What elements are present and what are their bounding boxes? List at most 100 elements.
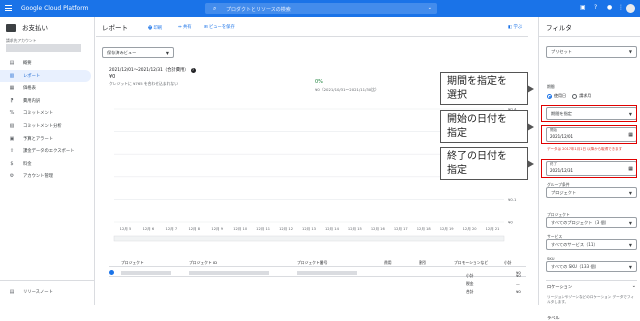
x-tick-label: 12月 9 [211,226,223,231]
sidebar-header: お支払い [6,22,48,32]
callout-end-text: 終了の日付を 指定 [447,151,507,176]
sidebar-item-label: アカウント管理 [23,174,54,180]
sidebar-item-commitment-analysis[interactable]: ▧ コミットメント分析 [0,120,95,133]
period-label: 期間 [547,84,555,89]
radio-unselected-icon [572,93,578,99]
dropdown-caret-icon: ▼ [628,220,632,225]
x-tick-label: 12月 12 [279,226,293,231]
column-header[interactable]: 費用 [384,260,392,266]
more-icon[interactable]: ⋮ [618,4,624,11]
sidebar-item-overview[interactable]: ▤ 概要 [0,57,95,70]
sidebar-footer: ▤ リリースノート [0,280,95,305]
cost-table-icon: ▦ [9,85,15,92]
search-input[interactable]: プロダクトとリソースの検索 [226,6,291,13]
sidebar-item-cost-breakdown[interactable]: ⁋ 費用内訳 [0,95,95,108]
table-header: プロジェクト プロジェクト ID プロジェクト番号 費用 割引 プロモーションなど 小計 [109,258,526,267]
location-filter-label[interactable]: ロケーション [547,284,572,290]
project-id-cell [189,270,269,275]
sidebar-item-export[interactable]: ⇪ 課金データのエクスポート [0,145,95,158]
x-tick-label: 12月 6 [143,226,155,231]
sidebar-item-label: 概要 [23,61,32,66]
preset-select[interactable]: プリセット ▼ [546,46,637,58]
sidebar-item-label: 費用内訳 [23,98,41,104]
account-selector[interactable] [6,44,81,52]
y-tick-label: ¥0 [508,220,513,225]
sidebar-item-label: コミットメント [23,111,54,117]
search-bar[interactable]: ⌕ プロダクトとリソースの検索 ⌄ [205,3,437,14]
project-number-cell [297,270,357,275]
chevron-down-icon[interactable]: ⌄ [428,5,432,11]
payment-icon: $ [10,160,14,167]
x-tick-label: 12月 8 [188,226,200,231]
total-value: ¥0 [516,273,521,278]
x-tick-label: 12月 16 [371,226,386,231]
radio-usage-date[interactable]: 使用日 [547,93,566,99]
release-notes-label: リリースノート [23,290,53,295]
x-tick-label: 12月 13 [302,226,316,231]
sidebar-item-label: 料金 [23,161,32,167]
group-select[interactable]: プロジェクト ▼ [546,187,637,198]
column-header[interactable]: 割引 [419,260,427,266]
sidebar-title: お支払い [22,24,48,32]
radio-selected-icon [547,93,552,99]
sidebar-item-reports[interactable]: ▥ レポート [0,69,91,83]
callout-range-text: 期間を指定を 選択 [447,76,507,101]
brand-title[interactable]: Google Cloud Platform [21,5,88,12]
cloud-shell-icon[interactable]: ▣ [580,4,586,11]
project-filter-select[interactable]: すべてのプロジェクト（3 個） ▼ [546,217,637,228]
sidebar-item-cost-table[interactable]: ▦ 価格表 [0,82,95,95]
labels-filter-label[interactable]: ラベル [547,315,560,321]
column-header[interactable]: プロモーションなど [454,260,488,266]
x-tick-label: 12月 11 [256,226,270,231]
callout-start: 開始の日付を 指定 [440,110,534,143]
series-color-icon [109,270,114,275]
divider [539,36,640,37]
avatar[interactable] [626,4,635,13]
callout-range: 期間を指定を 選択 [440,72,534,105]
x-tick-label: 12月 18 [417,226,432,231]
column-header[interactable]: プロジェクト ID [189,260,217,266]
x-tick-label: 12月 15 [348,226,362,231]
reports-icon: ▥ [9,72,15,79]
x-tick-label: 12月 7 [166,226,178,231]
billing-icon [6,24,16,32]
callout-start-text: 開始の日付を 指定 [447,114,507,139]
sku-filter-select[interactable]: すべての SKU（133 個） ▼ [546,261,637,272]
radio-usage-label: 使用日 [554,93,566,98]
account-icon: ⚙ [9,173,15,180]
sidebar-item-account[interactable]: ⚙ アカウント管理 [0,170,95,183]
sidebar-item-budget[interactable]: ▣ 予算とアラート [0,133,95,146]
budget-icon: ▣ [9,135,15,142]
highlight-start-date [541,125,637,144]
y-tick-label: ¥0.1 [508,197,517,202]
release-notes-link[interactable]: ▤ リリースノート [0,286,95,299]
sidebar-item-commitment[interactable]: % コミットメント [0,107,95,120]
divider [546,280,637,281]
chart-scrollbar[interactable] [113,235,505,242]
radio-invoice-month[interactable]: 請求月 [572,93,591,99]
column-header[interactable]: プロジェクト [121,260,144,266]
total-value: — [516,281,520,286]
top-bar: Google Cloud Platform ⌕ プロダクトとリソースの検索 ⌄ … [0,0,640,17]
total-label: 合計 [466,289,474,294]
group-value: プロジェクト [551,190,577,195]
x-tick-label: 12月 14 [325,226,340,231]
sidebar-item-payment[interactable]: $ 料金 [0,158,95,171]
dropdown-caret-icon: ▼ [628,242,632,247]
x-tick-label: 12月 5 [120,226,132,231]
commitment-analysis-icon: ▧ [9,122,15,129]
period-radio-group: 使用日 請求月 [547,93,591,99]
service-filter-select[interactable]: すべてのサービス（11） ▼ [546,239,637,250]
menu-icon[interactable] [5,5,12,11]
help-icon[interactable]: ? [594,4,597,11]
notifications-icon[interactable]: ● [607,4,612,11]
column-header[interactable]: プロジェクト番号 [297,260,327,266]
dropdown-caret-icon: ▼ [628,49,632,54]
x-tick-label: 12月 21 [486,226,500,231]
column-header[interactable]: 小計 [504,260,512,266]
total-label: 税金 [466,281,474,286]
highlight-end-date [541,159,637,178]
chevron-down-icon[interactable]: ⌄ [632,283,636,289]
highlight-range-select [541,105,637,122]
table-row[interactable]: ¥0 [109,268,526,277]
